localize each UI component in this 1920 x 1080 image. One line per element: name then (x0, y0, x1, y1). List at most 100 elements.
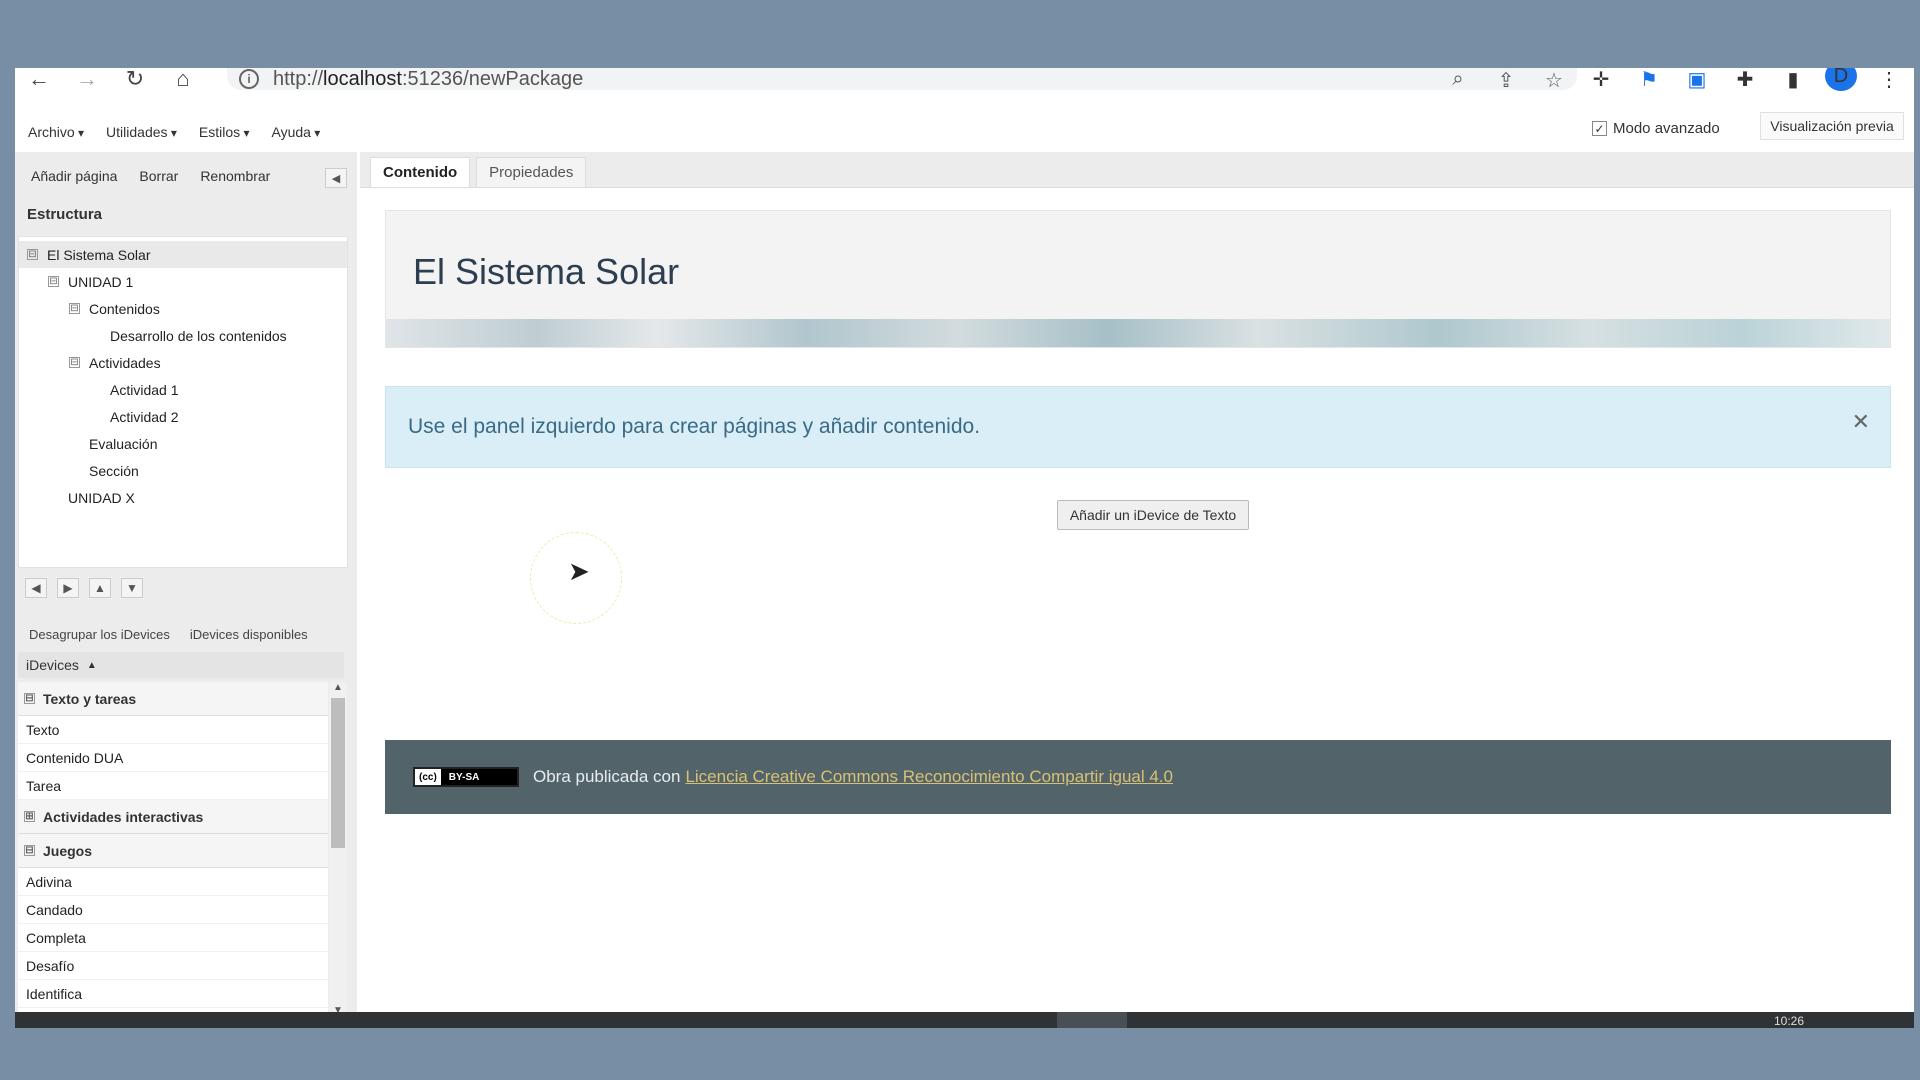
move-right-icon[interactable]: ▶ (57, 578, 79, 598)
reload-icon[interactable]: ↻ (111, 68, 159, 91)
tree-node[interactable]: Sección (19, 457, 347, 484)
tree-node-label: Actividad 1 (110, 381, 179, 398)
idevices-vertical-scrollbar[interactable]: ▲ ▼ (329, 682, 347, 1016)
cc-license-badge: (cc) BY-SA (413, 767, 519, 787)
idevice-category-label: Juegos (43, 842, 93, 859)
zoom-icon[interactable]: ⌕ (1443, 68, 1473, 93)
idevice-item[interactable]: Desafío (18, 952, 328, 980)
tree-node[interactable]: ⊟ UNIDAD 1 (19, 268, 347, 295)
idevice-category-label: Texto y tareas (43, 690, 137, 707)
address-bar[interactable]: i http://localhost:51236/newPackage ⌕ ⇪ … (227, 68, 1577, 93)
structure-title: Estructura (27, 206, 103, 223)
tree-node[interactable]: Desarrollo de los contenidos (19, 322, 347, 349)
delete-page-button[interactable]: Borrar (139, 168, 178, 184)
idevices-tabs: Desagrupar los iDevices iDevices disponi… (15, 622, 357, 646)
tree-node-label: UNIDAD X (68, 489, 135, 506)
menu-estilos[interactable]: Estilos (199, 124, 250, 140)
category-toggle-icon[interactable]: ⊟ (24, 845, 35, 856)
browser-menu-icon[interactable]: ⋮ (1873, 68, 1905, 92)
bookmark-star-icon[interactable]: ☆ (1539, 68, 1569, 93)
tree-node[interactable]: Actividad 1 (19, 376, 347, 403)
ungroup-idevices-link[interactable]: Desagrupar los iDevices (29, 627, 170, 642)
caret-up-icon: ▲ (86, 659, 97, 671)
tree-collapse-icon[interactable]: ⊟ (27, 249, 38, 260)
advanced-mode-toggle[interactable]: ✓ Modo avanzado (1592, 120, 1720, 137)
menu-utilidades[interactable]: Utilidades (106, 124, 177, 140)
screen: ← → ↻ ⌂ i http://localhost:51236/newPack… (15, 68, 1914, 1028)
site-info-icon[interactable]: i (239, 69, 259, 89)
tree-node[interactable]: UNIDAD X (19, 484, 347, 511)
category-toggle-icon[interactable]: ⊟ (24, 693, 35, 704)
idevice-item[interactable]: Adivina (18, 868, 328, 896)
idevice-category-label: Actividades interactivas (43, 808, 204, 825)
tree-node[interactable]: ⊟ Contenidos (19, 295, 347, 322)
taskbar-clock: 10:26 (1773, 1014, 1804, 1028)
tree-node[interactable]: Actividad 2 (19, 403, 347, 430)
alert-text: Use el panel izquierdo para crear página… (408, 415, 981, 438)
scroll-up-icon[interactable]: ▲ (329, 682, 347, 693)
available-idevices-link[interactable]: iDevices disponibles (190, 627, 308, 642)
home-icon[interactable]: ⌂ (159, 68, 207, 91)
notes-extension-icon[interactable]: ▣ (1681, 68, 1713, 92)
idevice-item[interactable]: Completa (18, 924, 328, 952)
idevice-category[interactable]: ⊟ Juegos (18, 834, 328, 868)
move-down-icon[interactable]: ▼ (121, 578, 143, 598)
page-title: El Sistema Solar (413, 251, 680, 292)
tree-collapse-icon[interactable]: ⊟ (48, 276, 59, 287)
idevices-header[interactable]: iDevices ▲ (18, 652, 344, 678)
forward-icon[interactable]: → (63, 68, 111, 91)
tree-collapse-icon[interactable]: ⊟ (69, 303, 80, 314)
content-area: Contenido Propiedades El Sistema Solar U… (360, 152, 1914, 1012)
tree-node[interactable]: ⊟ Actividades (19, 349, 347, 376)
tree-node-label: Contenidos (89, 300, 160, 317)
back-icon[interactable]: ← (15, 68, 63, 91)
rename-page-button[interactable]: Renombrar (200, 168, 270, 184)
side-panel-icon[interactable]: ▮ (1777, 68, 1809, 92)
idevice-category[interactable]: ⊞ Actividades interactivas (18, 800, 328, 834)
mouse-cursor-icon: ➤ (568, 556, 590, 586)
header-decoration (386, 319, 1890, 347)
category-toggle-icon[interactable]: ⊞ (24, 811, 35, 822)
structure-tree: ⊟ El Sistema Solar ⊟ UNIDAD 1 ⊟ Contenidos Des… (18, 236, 348, 568)
idevice-category[interactable]: ⊟ Texto y tareas (18, 682, 328, 716)
add-page-button[interactable]: Añadir página (31, 168, 117, 184)
menu-ayuda[interactable]: Ayuda (271, 124, 320, 140)
taskbar-active-app[interactable] (1057, 1012, 1127, 1028)
tree-node[interactable]: ⊟ El Sistema Solar (19, 241, 347, 268)
idevice-item[interactable]: Tarea (18, 772, 328, 800)
profile-avatar[interactable]: D (1825, 68, 1857, 91)
translate-extension-icon[interactable]: ⚑ (1633, 68, 1665, 92)
idevice-item[interactable]: Candado (18, 896, 328, 924)
page-header: El Sistema Solar (385, 210, 1891, 348)
preview-button[interactable]: Visualización previa (1760, 112, 1904, 140)
close-icon[interactable]: ✕ (1852, 409, 1870, 435)
extensions-puzzle-icon[interactable]: ✚ (1729, 68, 1761, 92)
tab-contenido[interactable]: Contenido (370, 157, 471, 187)
idevice-item[interactable]: Contenido DUA (18, 744, 328, 772)
tree-node-label: Desarrollo de los contenidos (110, 327, 287, 344)
tree-collapse-icon[interactable]: ⊟ (69, 357, 80, 368)
idevice-item[interactable]: Texto (18, 716, 328, 744)
idevices-list: ⊟ Texto y tareas Texto Contenido DUA Tarea ⊞ A… (18, 682, 328, 1016)
idevices-header-label: iDevices (26, 657, 79, 673)
tab-propiedades[interactable]: Propiedades (476, 157, 587, 187)
crosshair-extension-icon[interactable]: ✛ (1585, 68, 1617, 92)
license-link[interactable]: Licencia Creative Commons Reconocimiento… (685, 767, 1173, 787)
scroll-thumb[interactable] (331, 698, 345, 848)
add-text-idevice-button[interactable]: Añadir un iDevice de Texto (1057, 500, 1249, 530)
move-left-icon[interactable]: ◀ (25, 578, 47, 598)
menu-archivo[interactable]: Archivo (28, 124, 84, 140)
idevice-item[interactable]: Identifica (18, 980, 328, 1008)
tree-node-label: El Sistema Solar (47, 246, 151, 263)
tree-node[interactable]: Evaluación (19, 430, 347, 457)
info-alert: Use el panel izquierdo para crear página… (385, 386, 1891, 468)
advanced-mode-checkbox[interactable]: ✓ (1592, 121, 1607, 136)
collapse-panel-icon[interactable]: ◀ (325, 168, 347, 188)
move-up-icon[interactable]: ▲ (89, 578, 111, 598)
share-icon[interactable]: ⇪ (1491, 68, 1521, 93)
content-tabs: Contenido Propiedades (360, 152, 1914, 188)
